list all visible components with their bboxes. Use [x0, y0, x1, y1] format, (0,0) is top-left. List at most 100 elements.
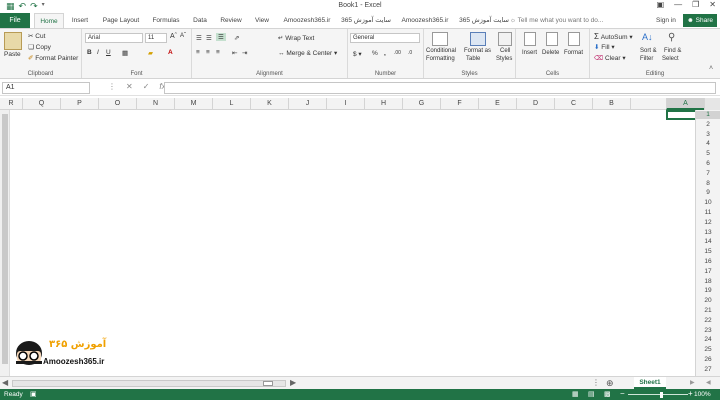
row-header[interactable]: 10: [696, 199, 720, 207]
decrease-decimal-icon[interactable]: .0: [408, 50, 412, 56]
fill-color-icon[interactable]: ▰: [148, 49, 153, 57]
enter-entry-icon[interactable]: ✓: [143, 82, 150, 91]
find-select-icon[interactable]: ⚲: [668, 32, 675, 43]
row-header[interactable]: 25: [696, 346, 720, 354]
cell-styles-label-1[interactable]: Cell: [500, 48, 510, 54]
horizontal-scroll-thumb[interactable]: [263, 381, 273, 386]
row-header[interactable]: 22: [696, 317, 720, 325]
row-header[interactable]: 5: [696, 150, 720, 158]
row-header[interactable]: 6: [696, 160, 720, 168]
font-name-select[interactable]: Arial: [85, 33, 143, 43]
find-select-label-1[interactable]: Find &: [664, 48, 681, 54]
row-header[interactable]: 17: [696, 268, 720, 276]
row-header[interactable]: 8: [696, 180, 720, 188]
row-header[interactable]: 14: [696, 238, 720, 246]
format-cells-icon[interactable]: [568, 32, 580, 46]
sign-in-link[interactable]: Sign in: [656, 13, 676, 28]
percent-icon[interactable]: %: [372, 50, 378, 57]
column-header[interactable]: E: [478, 98, 516, 110]
vertical-scroll-thumb[interactable]: [2, 114, 8, 364]
cell-styles-icon[interactable]: [498, 32, 512, 46]
column-header[interactable]: I: [326, 98, 364, 110]
row-header[interactable]: 16: [696, 258, 720, 266]
insert-cells-button[interactable]: Insert: [522, 50, 537, 56]
row-header-selected[interactable]: 1: [696, 111, 720, 119]
autosum-button[interactable]: Σ AutoSum ▾: [594, 32, 633, 41]
column-header[interactable]: K: [250, 98, 288, 110]
row-header[interactable]: 11: [696, 209, 720, 217]
tab-amoozesh-fa-2[interactable]: سایت آموزش 365: [458, 13, 510, 28]
italic-icon[interactable]: I: [97, 49, 99, 56]
page-break-view-icon[interactable]: ▩: [604, 390, 611, 398]
orientation-icon[interactable]: ⇗: [234, 34, 239, 42]
column-header[interactable]: J: [288, 98, 326, 110]
increase-decimal-icon[interactable]: .00: [394, 50, 401, 56]
tab-amoozesh-fa-1[interactable]: سایت آموزش 365: [340, 13, 392, 28]
close-icon[interactable]: ✕: [709, 0, 716, 9]
sheet-next-icon[interactable]: ▶: [690, 379, 695, 386]
fill-button[interactable]: ⬇ Fill ▾: [594, 43, 615, 51]
paste-button[interactable]: Paste: [4, 51, 21, 58]
tab-insert[interactable]: Insert: [68, 13, 92, 28]
comma-icon[interactable]: ,: [384, 50, 386, 57]
format-as-table-icon[interactable]: [470, 32, 486, 46]
align-middle-icon[interactable]: ☰: [206, 34, 212, 42]
zoom-level[interactable]: 100%: [694, 391, 711, 398]
font-size-select[interactable]: 11: [145, 33, 167, 43]
column-header[interactable]: O: [98, 98, 136, 110]
increase-indent-icon[interactable]: ⇥: [242, 49, 247, 57]
vertical-scrollbar[interactable]: [0, 110, 10, 376]
tab-amoozesh-2[interactable]: Amoozesh365.ir: [398, 13, 452, 28]
borders-icon[interactable]: ▦: [122, 49, 128, 57]
delete-cells-button[interactable]: Delete: [542, 50, 559, 56]
tab-view[interactable]: View: [252, 13, 272, 28]
page-layout-view-icon[interactable]: ▤: [588, 390, 595, 398]
row-header[interactable]: 15: [696, 248, 720, 256]
sheet-tab-sheet1[interactable]: Sheet1: [634, 377, 666, 389]
align-bottom-icon[interactable]: ☰: [216, 33, 226, 41]
formula-input[interactable]: [164, 82, 716, 94]
column-header[interactable]: M: [174, 98, 212, 110]
column-header-selected[interactable]: A: [666, 98, 704, 110]
column-header[interactable]: N: [136, 98, 174, 110]
tab-amoozesh-1[interactable]: Amoozesh365.ir: [280, 13, 334, 28]
column-header[interactable]: H: [364, 98, 402, 110]
currency-icon[interactable]: $ ▾: [353, 50, 362, 58]
format-painter-button[interactable]: ✐ Format Painter: [28, 54, 78, 62]
align-top-icon[interactable]: ☰: [196, 34, 202, 42]
sort-filter-label-1[interactable]: Sort &: [640, 48, 657, 54]
find-select-label-2[interactable]: Select: [662, 56, 679, 62]
column-header[interactable]: D: [516, 98, 554, 110]
add-sheet-icon[interactable]: ⊕: [606, 378, 614, 389]
row-header[interactable]: 12: [696, 219, 720, 227]
bold-icon[interactable]: B: [87, 49, 92, 56]
column-header[interactable]: Q: [22, 98, 60, 110]
align-center-icon[interactable]: ≡: [206, 49, 210, 56]
tab-data[interactable]: Data: [190, 13, 210, 28]
row-header[interactable]: 20: [696, 297, 720, 305]
row-header[interactable]: 4: [696, 140, 720, 148]
wrap-text-button[interactable]: ↵ Wrap Text: [278, 34, 314, 42]
row-header[interactable]: 21: [696, 307, 720, 315]
minimize-icon[interactable]: —: [674, 0, 682, 9]
column-header[interactable]: F: [440, 98, 478, 110]
row-header[interactable]: 27: [696, 366, 720, 374]
tell-me-search[interactable]: ☼ Tell me what you want to do...: [510, 13, 603, 28]
format-cells-button[interactable]: Format: [564, 50, 583, 56]
font-grow-icon[interactable]: Aˆ: [170, 33, 177, 40]
name-box[interactable]: A1: [2, 82, 90, 94]
sort-filter-icon[interactable]: A↓: [642, 32, 653, 42]
tab-review[interactable]: Review: [218, 13, 244, 28]
font-shrink-icon[interactable]: Aˇ: [180, 33, 186, 39]
sheet-options-icon[interactable]: ⋮: [592, 378, 600, 387]
column-header[interactable]: P: [60, 98, 98, 110]
row-header[interactable]: 23: [696, 327, 720, 335]
sheet-prev-icon[interactable]: ◀: [706, 379, 711, 386]
insert-cells-icon[interactable]: [524, 32, 536, 46]
conditional-formatting-label-2[interactable]: Formatting: [426, 56, 455, 62]
zoom-slider[interactable]: [628, 394, 688, 395]
conditional-formatting-icon[interactable]: [432, 32, 448, 46]
macro-record-icon[interactable]: ▣: [30, 390, 37, 398]
tab-formulas[interactable]: Formulas: [150, 13, 182, 28]
merge-center-button[interactable]: ↔ Merge & Center ▾: [278, 49, 337, 57]
